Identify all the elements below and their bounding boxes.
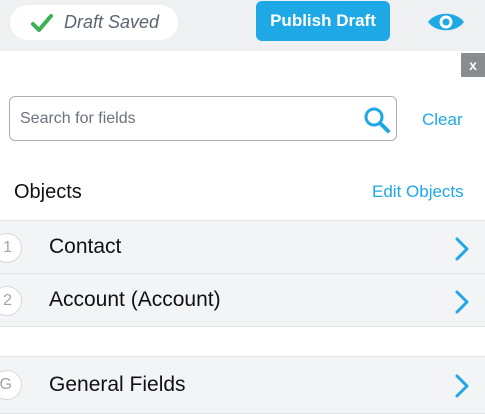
chevron-right-icon xyxy=(455,290,469,314)
search-input[interactable] xyxy=(20,97,360,140)
item-index-badge: G xyxy=(0,370,22,400)
draft-status-text: Draft Saved xyxy=(64,12,160,32)
close-button[interactable]: x xyxy=(461,53,485,77)
objects-heading: Objects xyxy=(14,181,82,203)
top-bar: Draft Saved Publish Draft xyxy=(0,0,485,51)
list-item-label: Account (Account) xyxy=(49,288,221,311)
list-item-general-fields[interactable]: G General Fields xyxy=(0,356,485,414)
objects-list: 1 Contact 2 Account (Account) xyxy=(0,220,485,327)
clear-link[interactable]: Clear xyxy=(422,110,463,130)
publish-draft-button[interactable]: Publish Draft xyxy=(256,1,390,41)
edit-objects-link[interactable]: Edit Objects xyxy=(372,182,464,202)
list-item-label: General Fields xyxy=(49,373,186,396)
check-icon xyxy=(31,13,53,32)
item-index-badge: 2 xyxy=(0,286,22,316)
general-fields-list: G General Fields xyxy=(0,356,485,414)
draft-status-pill: Draft Saved xyxy=(10,5,178,40)
eye-icon[interactable] xyxy=(426,10,466,34)
list-item-label: Contact xyxy=(49,235,122,258)
chevron-right-icon xyxy=(455,237,469,261)
list-item-account[interactable]: 2 Account (Account) xyxy=(0,273,485,327)
search-icon[interactable] xyxy=(363,106,391,134)
chevron-right-icon xyxy=(455,374,469,398)
search-field xyxy=(9,96,397,141)
list-item-contact[interactable]: 1 Contact xyxy=(0,220,485,274)
item-index-badge: 1 xyxy=(0,233,22,263)
